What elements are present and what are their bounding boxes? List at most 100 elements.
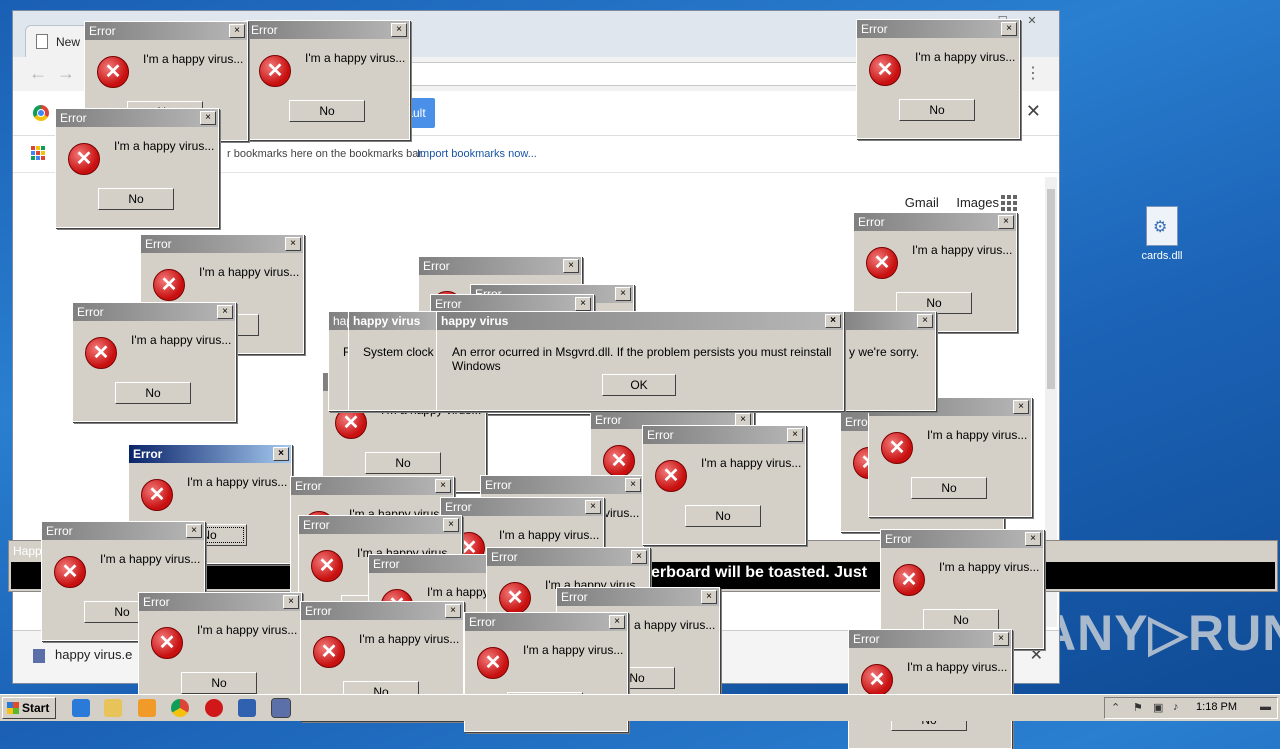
error-icon: ✕ [881,432,913,464]
dialog-close-icon[interactable]: × [998,215,1014,229]
error-icon: ✕ [153,269,185,301]
dialog-title: Error [423,259,450,273]
dialog-close-icon[interactable]: × [917,314,933,328]
dialog-title: Error [861,22,888,36]
back-icon[interactable]: ← [29,63,47,84]
error-icon: ✕ [499,582,531,614]
dialog-title: Error [853,632,880,646]
no-button[interactable]: No [181,672,257,694]
dialog-title: Error [858,215,885,229]
error-icon: ✕ [893,564,925,596]
error-dialog: Error×✕I'm a happy virus...No [642,425,806,545]
show-desktop-icon[interactable]: ▬ [1260,701,1271,713]
dialog-close-icon[interactable]: × [575,297,591,311]
dialog-close-icon[interactable]: × [1025,532,1041,546]
happy-virus-dialog-back-1: happy virus System clock [348,311,450,411]
dialog-close-icon[interactable]: × [283,595,299,609]
volume-icon[interactable]: ♪ [1173,701,1179,713]
dialog-close-icon[interactable]: × [443,518,459,532]
dialog-close-icon[interactable]: × [631,550,647,564]
dialog-title: Error [295,479,322,493]
dialog-close-icon[interactable]: × [993,632,1009,646]
error-icon: ✕ [603,445,635,477]
tray-expand-icon[interactable]: ⌃ [1111,701,1120,714]
dialog-title: Error [647,428,674,442]
clock[interactable]: 1:18 PM [1196,701,1237,713]
dialog-title: Error [469,615,496,629]
dialog-close-icon[interactable]: × [625,478,641,492]
dialog-close-icon[interactable]: × [1013,400,1029,414]
menu-icon[interactable]: ⋮ [1025,63,1041,83]
dialog-message: I'm a happy virus... [499,528,600,542]
media-icon[interactable] [138,699,156,717]
forward-icon[interactable]: → [57,63,75,84]
apps-icon[interactable] [31,146,45,160]
dialog-close-icon[interactable]: × [200,111,216,125]
dialog-title: Error [595,413,622,427]
dialog-title: Error [89,24,116,38]
error-icon: ✕ [313,636,345,668]
dialog-message: I'm a happy virus... [939,560,1040,574]
no-button[interactable]: No [289,100,365,122]
gmail-link[interactable]: Gmail [905,195,939,210]
dialog-close-icon[interactable]: × [285,237,301,251]
app-icon[interactable] [238,699,256,717]
dialog-close-icon[interactable]: × [445,604,461,618]
dialog-close-icon[interactable]: × [229,24,245,38]
no-button[interactable]: No [923,609,999,631]
import-bookmarks-link[interactable]: Import bookmarks now... [417,148,537,160]
dialog-close-icon[interactable]: × [609,615,625,629]
google-apps-icon[interactable] [1001,195,1017,211]
flag-icon[interactable]: ⚑ [1133,701,1143,714]
network-icon[interactable]: ▣ [1153,701,1163,714]
dialog-close-icon[interactable]: × [701,590,717,604]
desktop-icon-label: cards.dll [1141,250,1183,262]
error-icon: ✕ [141,479,173,511]
watermark-logo: ANY▷RUN [1040,605,1280,661]
dialog-close-icon[interactable]: × [825,314,841,328]
dialog-close-icon[interactable]: × [787,428,803,442]
start-button[interactable]: Start [2,697,56,719]
dialog-close-icon[interactable]: × [615,287,631,301]
error-dialog: Error×✕I'm a happy virus...No [55,108,219,228]
dialog-close-icon[interactable]: × [273,447,289,461]
dialog-message: I'm a happy virus... [199,265,300,279]
error-icon: ✕ [259,55,291,87]
folder-icon[interactable] [104,699,122,717]
infobar-close-icon[interactable]: ✕ [1026,101,1041,122]
marquee-text: erboard will be toasted. Just [651,564,868,581]
dialog-close-icon[interactable]: × [217,305,233,319]
chrome-icon[interactable] [171,699,189,717]
dialog-close-icon[interactable]: × [1001,22,1017,36]
close-icon[interactable]: ✕ [1019,14,1045,27]
no-button[interactable]: No [365,452,441,474]
page-icon [36,34,48,49]
dialog-close-icon[interactable]: × [391,23,407,37]
dialog-title: Error [143,595,170,609]
error-dialog: Error×✕I'm a happy virus...No [868,397,1032,517]
virus-app-icon[interactable] [271,698,291,718]
dialog-message: I'm a happy virus... [915,50,1016,64]
ok-button[interactable]: OK [602,374,676,396]
no-button[interactable]: No [911,477,987,499]
no-button[interactable]: No [899,99,975,121]
dialog-close-icon[interactable]: × [585,500,601,514]
dialog-close-icon[interactable]: × [563,259,579,273]
dll-file-icon [1146,206,1178,246]
stop-icon[interactable] [205,699,223,717]
dialog-close-icon[interactable]: × [186,524,202,538]
images-link[interactable]: Images [956,195,999,210]
download-item[interactable]: happy virus.e [33,647,132,663]
no-button[interactable]: No [685,505,761,527]
ie-icon[interactable] [72,699,90,717]
error-dialog: Error×✕I'm a happy virus...No [856,19,1020,139]
no-button[interactable]: No [98,188,174,210]
dialog-title: happy virus [441,314,509,328]
dialog-close-icon[interactable]: × [435,479,451,493]
no-button[interactable]: No [115,382,191,404]
dialog-title: Error [485,478,512,492]
chrome-logo-icon [33,105,49,121]
dialog-title: Error [303,518,330,532]
desktop-icon-cards-dll[interactable]: cards.dll [1132,206,1192,262]
dialog-message: I'm a happy virus... [114,139,215,153]
